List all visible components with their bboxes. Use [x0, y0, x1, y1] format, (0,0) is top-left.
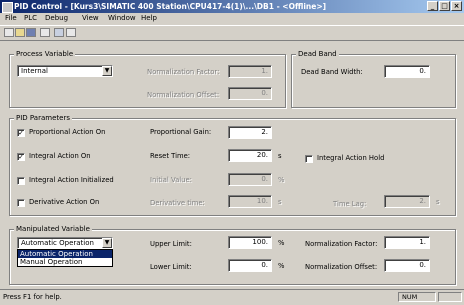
proportional-action-checkbox[interactable]: ✓	[17, 129, 25, 137]
mv-norm-offset-field[interactable]: 0.	[384, 259, 430, 272]
menu-window[interactable]: Window	[108, 13, 136, 24]
derivative-time-label: Derivative time:	[150, 199, 205, 207]
reset-time-label: Reset Time:	[150, 152, 191, 160]
status-bar: Press F1 for help. NUM	[0, 289, 464, 305]
print-icon[interactable]	[40, 28, 50, 37]
monitor-icon[interactable]	[66, 28, 76, 37]
menu-view[interactable]: View	[82, 13, 99, 24]
status-blank-panel	[438, 292, 462, 302]
minimize-button[interactable]: _	[427, 1, 438, 11]
pv-norm-offset-label: Normalization Offset:	[147, 91, 220, 99]
proportional-action-label: Proportional Action On	[29, 128, 106, 136]
operation-mode-value: Automatic Operation	[21, 239, 94, 247]
initial-value-label: Initial Value:	[150, 176, 192, 184]
operation-mode-dropdown: Automatic Operation Manual Operation	[17, 249, 113, 267]
pid-parameters-title: PID Parameters	[14, 114, 72, 122]
derivative-time-unit: s	[278, 198, 282, 206]
menu-plc[interactable]: PLC	[24, 13, 37, 24]
lower-limit-field[interactable]: 0.	[228, 259, 272, 272]
integral-action-label: Integral Action On	[29, 152, 91, 160]
integral-action-hold-checkbox[interactable]	[305, 155, 313, 163]
process-variable-source-value: Internal	[21, 67, 48, 75]
derivative-time-field[interactable]: 10.	[228, 195, 272, 208]
dead-band-width-field[interactable]: 0.	[384, 65, 430, 78]
chevron-down-icon[interactable]: ▼	[102, 238, 112, 248]
upper-limit-label: Upper Limit:	[150, 240, 192, 248]
initial-value-unit: %	[278, 176, 285, 184]
derivative-action-label: Derivative Action On	[29, 198, 100, 206]
mv-norm-offset-label: Normalization Offset:	[305, 263, 378, 271]
upper-limit-unit: %	[278, 239, 285, 247]
app-icon[interactable]	[2, 2, 13, 13]
manipulated-variable-title: Manipulated Variable	[14, 225, 92, 233]
process-variable-source-select[interactable]: Internal ▼	[17, 65, 113, 77]
time-lag-field[interactable]: 2.	[384, 195, 430, 208]
initial-value-field[interactable]: 0.	[228, 173, 272, 186]
reset-time-field[interactable]: 20.	[228, 149, 272, 162]
close-button[interactable]: ×	[451, 1, 462, 11]
integral-action-initialized-label: Integral Action Initialized	[29, 176, 114, 184]
dead-band-width-label: Dead Band Width:	[301, 68, 363, 76]
toolbar	[0, 25, 464, 41]
status-help-text: Press F1 for help.	[3, 293, 62, 301]
integral-action-hold-label: Integral Action Hold	[317, 154, 385, 162]
window-title: PID Control - [Kurs3\SIMATIC 400 Station…	[14, 2, 327, 11]
pv-norm-factor-label: Normalization Factor:	[147, 68, 220, 76]
option-manual-operation[interactable]: Manual Operation	[18, 258, 112, 266]
time-lag-unit: s	[436, 198, 440, 206]
menu-file[interactable]: File	[5, 13, 17, 24]
new-icon[interactable]	[4, 28, 14, 37]
operation-mode-select[interactable]: Automatic Operation ▼	[17, 237, 113, 249]
chevron-down-icon[interactable]: ▼	[102, 66, 112, 76]
process-variable-title: Process Variable	[14, 50, 76, 58]
dead-band-title: Dead Band	[296, 50, 339, 58]
proportional-gain-label: Proportional Gain:	[150, 128, 212, 136]
pv-norm-offset-field[interactable]: 0.	[228, 87, 272, 100]
time-lag-label: Time Lag:	[333, 200, 367, 208]
menu-debug[interactable]: Debug	[45, 13, 68, 24]
proportional-gain-field[interactable]: 2.	[228, 126, 272, 139]
integral-action-checkbox[interactable]: ✓	[17, 153, 25, 161]
lower-limit-unit: %	[278, 262, 285, 270]
save-icon[interactable]	[26, 28, 36, 37]
open-icon[interactable]	[15, 28, 25, 37]
maximize-button[interactable]: □	[439, 1, 450, 11]
dead-band-group	[291, 54, 456, 108]
lower-limit-label: Lower Limit:	[150, 263, 192, 271]
integral-action-initialized-checkbox[interactable]	[17, 177, 25, 185]
mv-norm-factor-field[interactable]: 1.	[384, 236, 430, 249]
derivative-action-checkbox[interactable]	[17, 199, 25, 207]
status-num-indicator: NUM	[398, 292, 436, 302]
option-automatic-operation[interactable]: Automatic Operation	[18, 250, 112, 258]
download-icon[interactable]	[54, 28, 64, 37]
mv-norm-factor-label: Normalization Factor:	[305, 240, 378, 248]
reset-time-unit: s	[278, 152, 282, 160]
title-bar: PID Control - [Kurs3\SIMATIC 400 Station…	[0, 0, 464, 13]
pv-norm-factor-field[interactable]: 1.	[228, 65, 272, 78]
upper-limit-field[interactable]: 100.	[228, 236, 272, 249]
menu-bar: File PLC Debug View Window Help	[0, 13, 464, 24]
menu-help[interactable]: Help	[141, 13, 157, 24]
